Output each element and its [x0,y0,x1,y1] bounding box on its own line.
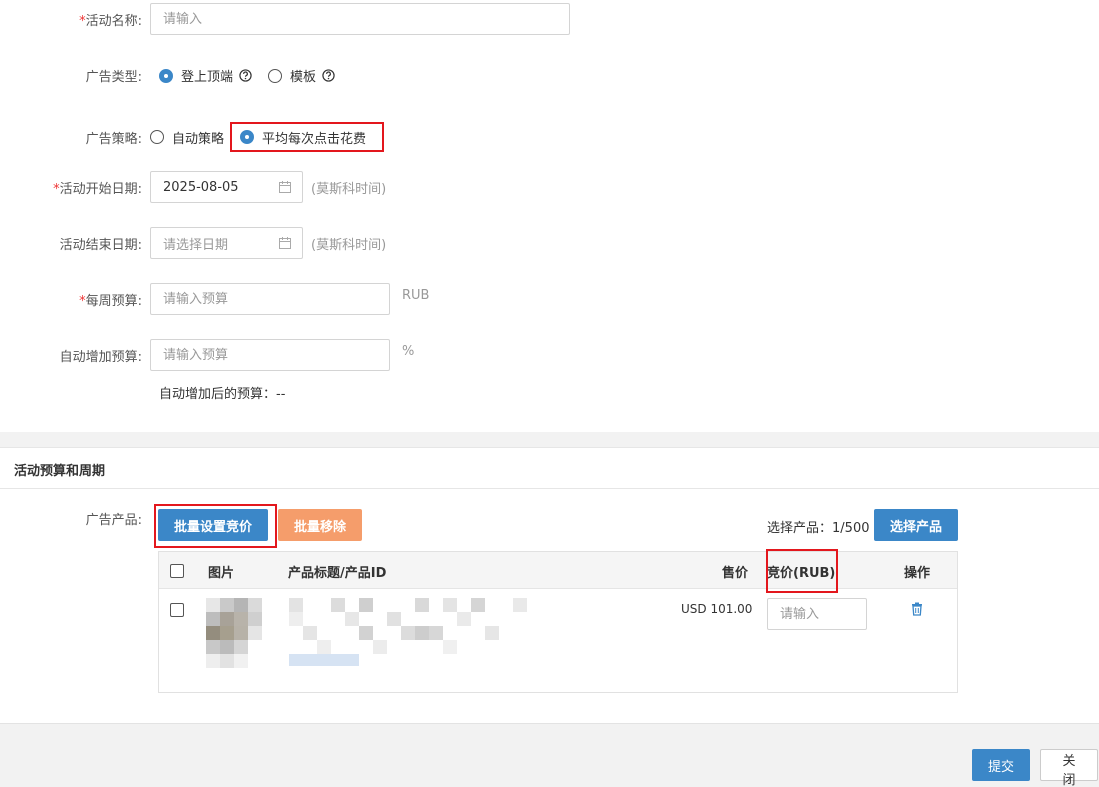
start-date-value: 2025-08-05 [163,179,239,195]
row-start-date: *活动开始日期: 2025-08-05 (莫斯科时间) [0,171,386,203]
ad-type-option-top[interactable]: 登上顶端 [159,66,252,85]
start-date-label: 活动开始日期 [59,181,138,197]
radio-unselected-icon [268,68,283,83]
radio-label: 模板 [290,70,317,85]
weekly-budget-input[interactable] [150,283,390,315]
radio-label: 自动策略 [172,131,225,147]
timezone-note: (莫斯科时间) [311,181,387,197]
selected-count-value: 1/500 [832,521,870,536]
bid-header-highlight [766,549,838,593]
bulk-set-bid-button[interactable]: 批量设置竞价 [158,509,268,541]
auto-increase-result-value: -- [276,387,286,402]
timezone-note: (莫斯科时间) [311,237,387,253]
close-button[interactable]: 关闭 [1040,749,1098,787]
colon: : [137,293,142,309]
product-title [289,590,539,688]
start-date-picker[interactable]: 2025-08-05 [150,171,303,203]
ad-strategy-label: 广告策略 [85,131,138,147]
weekly-budget-unit: RUB [402,287,430,303]
radio-label: 平均每次点击花费 [262,131,367,147]
help-icon[interactable] [322,69,335,82]
auto-increase-result: 自动增加后的预算：-- [159,383,285,402]
colon: : [137,13,142,29]
radio-label: 登上顶端 [181,70,234,85]
campaign-name-input[interactable] [150,3,570,35]
colon: : [137,349,142,365]
product-image [194,590,274,688]
strategy-option-auto[interactable]: 自动策略 [150,128,224,147]
auto-increase-label: 自动增加预算 [59,349,138,365]
radio-unselected-icon [150,130,164,144]
end-date-placeholder: 请选择日期 [163,237,229,253]
end-date-picker[interactable]: 请选择日期 [150,227,303,259]
end-date-label: 活动结束日期 [59,237,138,253]
row-weekly-budget: *每周预算: RUB [0,283,429,315]
colon: : [137,131,142,147]
strategy-option-cpc[interactable]: 平均每次点击花费 [230,122,385,152]
header-action: 操作 [904,566,931,581]
section-divider [0,488,1099,489]
selected-products-count: 选择产品：1/500 [767,517,869,536]
colon: : [137,181,142,197]
row-ad-type: 广告类型: 登上顶端 模板 [0,66,351,85]
row-products-toolbar: 广告产品: [0,509,150,528]
radio-selected-icon [159,68,173,83]
radio-selected-icon [240,130,255,144]
select-products-button[interactable]: 选择产品 [874,509,958,541]
header-price: 售价 [722,566,749,581]
submit-button[interactable]: 提交 [972,749,1030,781]
colon: : [137,237,142,253]
auto-increase-result-label: 自动增加后的预算： [159,387,277,402]
auto-increase-input[interactable] [150,339,390,371]
bulk-remove-button[interactable]: 批量移除 [278,509,362,541]
help-icon[interactable] [239,69,252,82]
ad-type-radio-group: 登上顶端 模板 [150,66,351,85]
row-end-date: 活动结束日期: 请选择日期 (莫斯科时间) [0,227,386,259]
colon: : [137,70,142,85]
header-image: 图片 [208,566,235,581]
row-checkbox[interactable] [170,603,184,617]
row-campaign-name: *活动名称: [0,3,570,35]
calendar-icon [279,237,291,249]
ad-type-option-template[interactable]: 模板 [268,66,335,85]
ad-type-label: 广告类型 [85,70,138,85]
header-title: 产品标题/产品ID [288,566,387,581]
products-table: 图片 产品标题/产品ID 售价 竞价(RUB) 操作 USD 101.00 请输… [158,551,958,693]
colon: : [137,513,142,528]
ad-strategy-radio-group: 自动策略 平均每次点击花费 [150,122,385,152]
products-label: 广告产品 [85,513,138,528]
trash-icon[interactable] [911,602,923,616]
selected-count-label: 选择产品： [767,521,833,536]
weekly-budget-label: 每周预算 [85,293,138,309]
auto-increase-unit: % [402,343,415,359]
row-ad-strategy: 广告策略: 自动策略 平均每次点击花费 [0,122,385,152]
table-row: USD 101.00 [159,590,957,692]
row-auto-increase: 自动增加预算: % [0,339,414,371]
select-all-checkbox[interactable] [170,564,184,578]
footer-bar [0,723,1099,787]
section-title: 活动预算和周期 [14,464,106,479]
calendar-icon [279,181,291,193]
product-price: USD 101.00 [681,602,753,616]
campaign-name-label: 活动名称 [85,13,138,29]
bid-input[interactable] [767,598,867,630]
